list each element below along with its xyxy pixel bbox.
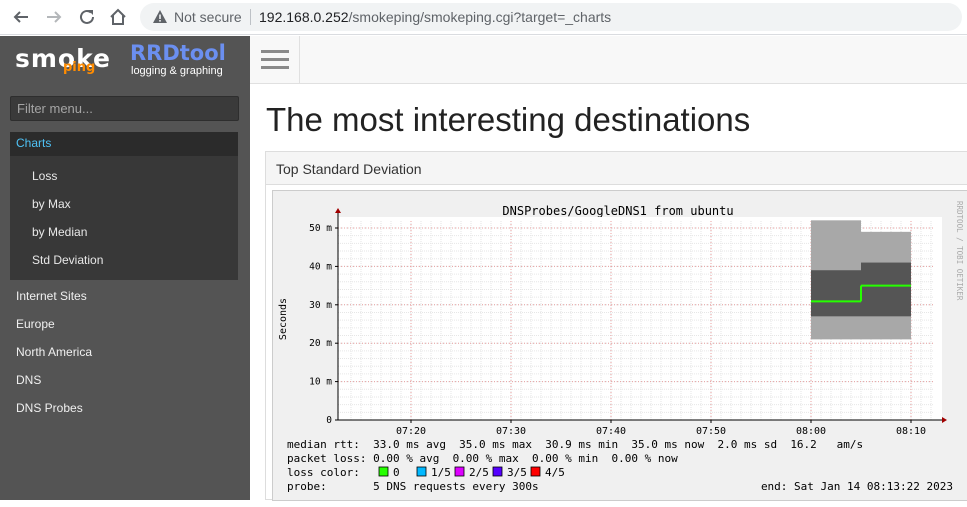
reload-icon[interactable] bbox=[75, 5, 99, 29]
smoke-band-inner bbox=[811, 270, 861, 317]
smoke-band-inner bbox=[861, 262, 911, 317]
loss-color-swatch bbox=[416, 466, 427, 477]
sidebar: smoke ping RRDtool logging & graphing Ch… bbox=[0, 36, 250, 500]
smoke-layer bbox=[811, 220, 911, 340]
address-bar[interactable]: Not secure 192.168.0.252/smokeping/smoke… bbox=[140, 3, 962, 31]
main-content: The most interesting destinations Top St… bbox=[250, 85, 967, 501]
sidebar-subitem-loss[interactable]: Loss bbox=[32, 169, 57, 183]
browser-toolbar: Not secure 192.168.0.252/smokeping/smoke… bbox=[0, 0, 967, 35]
sidebar-item-europe[interactable]: Europe bbox=[16, 317, 55, 331]
loss-color-label: 4/5 bbox=[545, 466, 565, 479]
legend-probe: probe: 5 DNS requests every 300s bbox=[287, 480, 539, 493]
x-tick-label: 08:10 bbox=[896, 426, 926, 437]
back-arrow-icon[interactable] bbox=[9, 5, 33, 29]
home-icon[interactable] bbox=[106, 5, 130, 29]
x-tick-label: 07:40 bbox=[596, 426, 626, 437]
smokeping-graph[interactable]: DNSProbes/GoogleDNS1 from ubuntu Seconds… bbox=[272, 190, 967, 501]
x-tick-label: 07:50 bbox=[696, 426, 726, 437]
y-tick-label: 50 m bbox=[309, 223, 332, 234]
loss-color-label: 3/5 bbox=[507, 466, 527, 479]
loss-color-swatch bbox=[492, 466, 503, 477]
y-tick-label: 30 m bbox=[309, 300, 332, 311]
sidebar-subitem-by-median[interactable]: by Median bbox=[32, 225, 87, 239]
forward-arrow-icon[interactable] bbox=[42, 5, 66, 29]
logo-area: smoke ping RRDtool logging & graphing bbox=[0, 36, 250, 84]
panel-title: Top Standard Deviation bbox=[276, 161, 422, 177]
content-header bbox=[250, 36, 967, 84]
url-text[interactable]: 192.168.0.252/smokeping/smokeping.cgi?ta… bbox=[259, 9, 611, 25]
sidebar-subitem-std-deviation[interactable]: Std Deviation bbox=[32, 253, 103, 267]
y-axis-arrow bbox=[335, 208, 341, 213]
filter-menu-input[interactable] bbox=[10, 96, 239, 121]
graph-title: DNSProbes/GoogleDNS1 from ubuntu bbox=[502, 204, 733, 218]
loss-color-label: 0 bbox=[393, 466, 400, 479]
loss-color-legend: 0 1/5 2/5 3/5 4/5 bbox=[378, 466, 565, 479]
graph-ylabel: Seconds bbox=[278, 298, 289, 340]
panel-heading: Top Standard Deviation bbox=[266, 152, 967, 185]
loss-color-label: 2/5 bbox=[469, 466, 489, 479]
omnibox-separator bbox=[250, 9, 251, 25]
y-tick-label: 10 m bbox=[309, 377, 332, 388]
x-tick-label: 07:30 bbox=[496, 426, 526, 437]
url-host: 192.168.0.252 bbox=[259, 9, 349, 25]
smokeping-logo-ping: ping bbox=[63, 60, 96, 75]
sidebar-item-dns[interactable]: DNS bbox=[16, 373, 41, 387]
sidebar-subitem-by-max[interactable]: by Max bbox=[32, 197, 71, 211]
loss-color-label: 1/5 bbox=[431, 466, 451, 479]
y-tick-label: 20 m bbox=[309, 338, 332, 349]
legend-packet-loss: packet loss: 0.00 % avg 0.00 % max 0.00 … bbox=[287, 452, 678, 465]
graph-svg: DNSProbes/GoogleDNS1 from ubuntu Seconds… bbox=[278, 201, 964, 493]
url-path: /smokeping/smokeping.cgi?target=_charts bbox=[348, 9, 612, 25]
y-tick-label: 40 m bbox=[309, 261, 332, 272]
legend-end-time: end: Sat Jan 14 08:13:22 2023 bbox=[761, 480, 953, 493]
charts-submenu: Loss by Max by Median Std Deviation bbox=[10, 156, 238, 280]
sidebar-item-north-america[interactable]: North America bbox=[16, 345, 92, 359]
hamburger-menu-icon[interactable] bbox=[250, 36, 300, 84]
loss-color-swatch bbox=[378, 466, 389, 477]
chart-panel: Top Standard Deviation DNSProbes/GoogleD… bbox=[265, 151, 967, 501]
x-tick-label: 07:20 bbox=[396, 426, 426, 437]
x-tick-label: 08:00 bbox=[796, 426, 826, 437]
sidebar-item-dns-probes[interactable]: DNS Probes bbox=[16, 401, 83, 415]
security-status[interactable]: Not secure bbox=[174, 9, 242, 25]
legend-median-rtt: median rtt: 33.0 ms avg 35.0 ms max 30.9… bbox=[287, 438, 863, 451]
warning-icon bbox=[152, 9, 168, 30]
legend-loss-color-label: loss color: bbox=[287, 466, 360, 479]
rrdtool-logo-subtitle: logging & graphing bbox=[131, 65, 223, 77]
sidebar-item-charts[interactable]: Charts bbox=[10, 132, 238, 156]
sidebar-item-label: Charts bbox=[16, 136, 52, 150]
loss-color-swatch bbox=[454, 466, 465, 477]
rrdtool-logo[interactable]: RRDtool bbox=[130, 41, 226, 65]
graph-watermark: RRDTOOL / TOBI OETIKER bbox=[955, 201, 964, 301]
sidebar-item-internet-sites[interactable]: Internet Sites bbox=[16, 289, 87, 303]
loss-color-swatch bbox=[530, 466, 541, 477]
y-tick-label: 0 bbox=[326, 415, 332, 426]
x-axis-arrow bbox=[942, 417, 947, 423]
page-title: The most interesting destinations bbox=[266, 101, 751, 138]
